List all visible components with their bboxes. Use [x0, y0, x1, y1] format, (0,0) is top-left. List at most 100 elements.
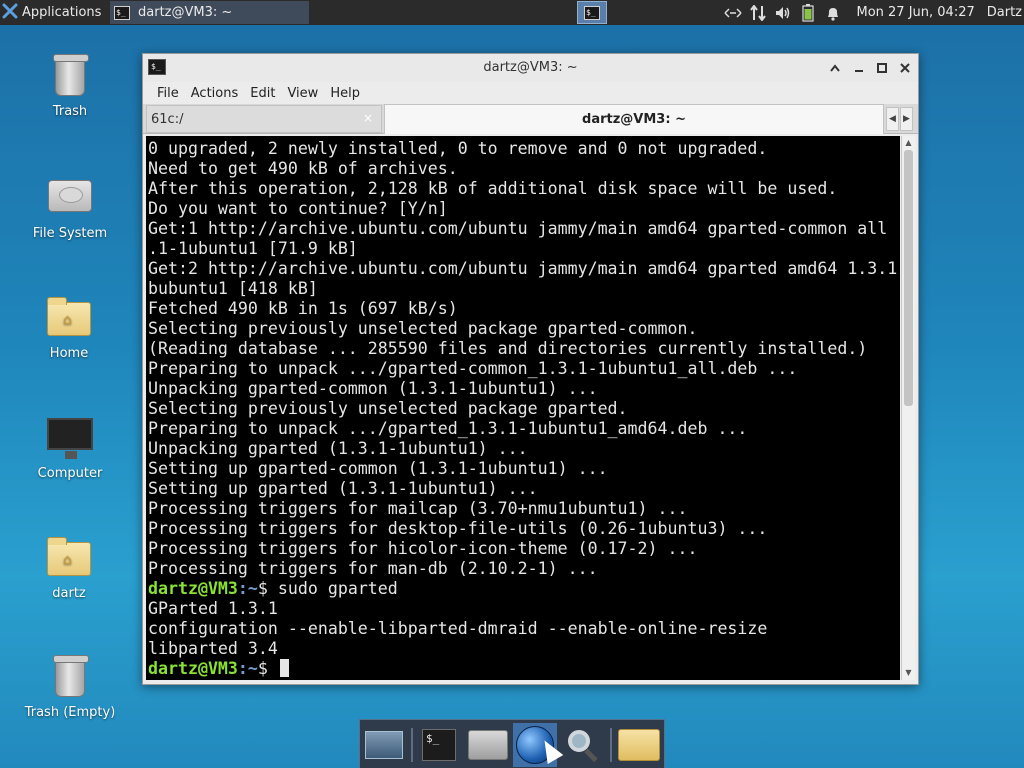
scrollbar-thumb[interactable] [904, 150, 913, 406]
desktop-icon-home[interactable]: ⌂ Home [14, 294, 124, 361]
volume-icon[interactable] [772, 0, 794, 25]
terminal-line: Preparing to unpack .../gparted_1.3.1-1u… [148, 419, 748, 438]
prompt-user: dartz@VM3 [148, 579, 238, 598]
desktop-icon-label: Home [49, 346, 89, 361]
terminal-line: GParted 1.3.1 [148, 599, 278, 618]
terminal-line: Setting up gparted-common (1.3.1-1ubuntu… [148, 459, 608, 478]
taskbar-window-title: dartz@VM3: ~ [138, 5, 233, 20]
terminal-history: 0 upgraded, 2 newly installed, 0 to remo… [148, 139, 900, 579]
terminal-window: $_ dartz@VM3: ~ File Actions Edit View H… [142, 53, 919, 685]
tab-scroll-right-icon[interactable]: ▶ [900, 107, 913, 131]
folder-launcher[interactable] [617, 723, 661, 767]
terminal-line: Do you want to continue? [Y/n] [148, 199, 448, 218]
dock-panel: $_ [359, 719, 665, 768]
window-titlebar[interactable]: $_ dartz@VM3: ~ [143, 54, 918, 82]
vertical-scrollbar[interactable]: ▲ ▼ [901, 136, 915, 680]
terminal-output[interactable]: 0 upgraded, 2 newly installed, 0 to remo… [146, 136, 900, 680]
menu-bar: File Actions Edit View Help [143, 82, 918, 104]
menu-edit[interactable]: Edit [244, 86, 281, 101]
battery-icon[interactable] [797, 0, 819, 25]
trash-icon [46, 52, 94, 100]
desktop-icon-dartz[interactable]: ⌂ dartz [14, 534, 124, 601]
home-folder-icon: ⌂ [45, 294, 93, 342]
notification-bell-icon[interactable] [822, 0, 844, 25]
shade-button[interactable] [824, 57, 846, 79]
xfce-logo-icon [2, 3, 18, 23]
desktop-icon-file-system[interactable]: File System [15, 174, 125, 241]
desktop-icon-label: Computer [37, 466, 103, 481]
prompt-line: dartz@VM3:~$ sudo gparted [148, 579, 900, 599]
monitor-icon [46, 414, 94, 462]
network-icon[interactable] [722, 0, 744, 25]
terminal-line: Preparing to unpack .../gparted-common_1… [148, 359, 798, 378]
command-output: GParted 1.3.1 configuration --enable-libp… [148, 599, 900, 659]
terminal-line: Fetched 490 kB in 1s (697 kB/s) [148, 299, 458, 318]
terminal-line: (Reading database ... 285590 files and d… [148, 339, 868, 358]
desktop-icon-trash[interactable]: Trash [15, 52, 125, 119]
scroll-up-icon[interactable]: ▲ [902, 136, 915, 150]
desktop-icon-label: File System [32, 226, 108, 241]
transfer-icon[interactable] [747, 0, 769, 25]
user-menu[interactable]: Dartz [987, 5, 1024, 20]
prompt-symbol: $ [257, 659, 278, 678]
window-title: dartz@VM3: ~ [483, 60, 578, 75]
folder-icon [618, 729, 660, 761]
show-desktop-button[interactable] [362, 723, 406, 767]
top-panel: Applications $_ dartz@VM3: ~ $_ Mon 27 J… [0, 0, 1024, 25]
dock-separator [610, 728, 612, 762]
home-folder-icon [468, 730, 508, 760]
text-cursor [279, 659, 289, 677]
terminal-line: configuration --enable-libparted-dmraid … [148, 619, 768, 638]
terminal-line: Unpacking gparted-common (1.3.1-1ubuntu1… [148, 379, 598, 398]
terminal-line: Get:1 http://archive.ubuntu.com/ubuntu j… [148, 219, 888, 238]
terminal-line: Processing triggers for mailcap (3.70+nm… [148, 499, 688, 518]
workspace-switcher[interactable]: $_ [577, 1, 607, 24]
terminal-line: Processing triggers for hicolor-icon-the… [148, 539, 698, 558]
prompt-path: :~ [237, 579, 258, 598]
desktop-icon-label: Trash (Empty) [24, 705, 116, 720]
terminal-icon: $_ [114, 5, 130, 20]
active-prompt-line[interactable]: dartz@VM3:~$ [148, 659, 900, 679]
show-desktop-icon [365, 731, 403, 759]
applications-menu-button[interactable]: Applications [2, 0, 107, 25]
maximize-button[interactable] [871, 57, 893, 79]
scroll-down-icon[interactable]: ▼ [902, 666, 915, 680]
terminal-launcher[interactable]: $_ [417, 723, 461, 767]
terminal-line: 0 upgraded, 2 newly installed, 0 to remo… [148, 139, 768, 158]
terminal-icon: $_ [584, 5, 600, 20]
terminal-line: Need to get 490 kB of archives. [148, 159, 458, 178]
terminal-line: Selecting previously unselected package … [148, 399, 628, 418]
prompt-user: dartz@VM3 [148, 659, 238, 678]
command-text: sudo gparted [277, 579, 398, 598]
taskbar-window-button[interactable]: $_ dartz@VM3: ~ [110, 1, 309, 24]
terminal-line: Unpacking gparted (1.3.1-1ubuntu1) ... [148, 439, 528, 458]
terminal-line: Processing triggers for desktop-file-uti… [148, 519, 768, 538]
terminal-line: Get:2 http://archive.ubuntu.com/ubuntu j… [148, 259, 898, 278]
tab-close-icon[interactable]: × [363, 111, 373, 125]
tab-scroll-left-icon[interactable]: ◀ [886, 107, 899, 131]
minimize-button[interactable] [848, 57, 870, 79]
close-button[interactable] [894, 57, 916, 79]
menu-actions[interactable]: Actions [185, 86, 245, 101]
terminal-icon: $_ [422, 729, 456, 761]
desktop-icon-trash-empty[interactable]: Trash (Empty) [15, 653, 125, 720]
terminal-line: Setting up gparted (1.3.1-1ubuntu1) ... [148, 479, 538, 498]
desktop-icon-computer[interactable]: Computer [15, 414, 125, 481]
menu-view[interactable]: View [281, 86, 324, 101]
clock[interactable]: Mon 27 Jun, 04:27 [856, 5, 974, 20]
terminal-line: After this operation, 2,128 kB of additi… [148, 179, 838, 198]
terminal-line: bubuntu1 [418 kB] [148, 279, 318, 298]
menu-file[interactable]: File [151, 86, 185, 101]
prompt-path: :~ [237, 659, 258, 678]
terminal-line: libparted 3.4 [148, 639, 278, 658]
menu-help[interactable]: Help [324, 86, 366, 101]
app-finder-launcher[interactable] [561, 723, 605, 767]
desktop-icon-label: dartz [52, 586, 86, 601]
tab-dartz-vm3[interactable]: dartz@VM3: ~ [384, 104, 884, 134]
file-manager-launcher[interactable] [466, 723, 510, 767]
tab-61c[interactable]: 61c:/ × [146, 105, 382, 133]
desktop-icon-label: Trash [52, 104, 88, 119]
system-tray: Mon 27 Jun, 04:27 Dartz [719, 0, 1024, 25]
home-folder-icon: ⌂ [45, 534, 93, 582]
tab-bar: 61c:/ × dartz@VM3: ~ ◀ ▶ [143, 104, 918, 134]
